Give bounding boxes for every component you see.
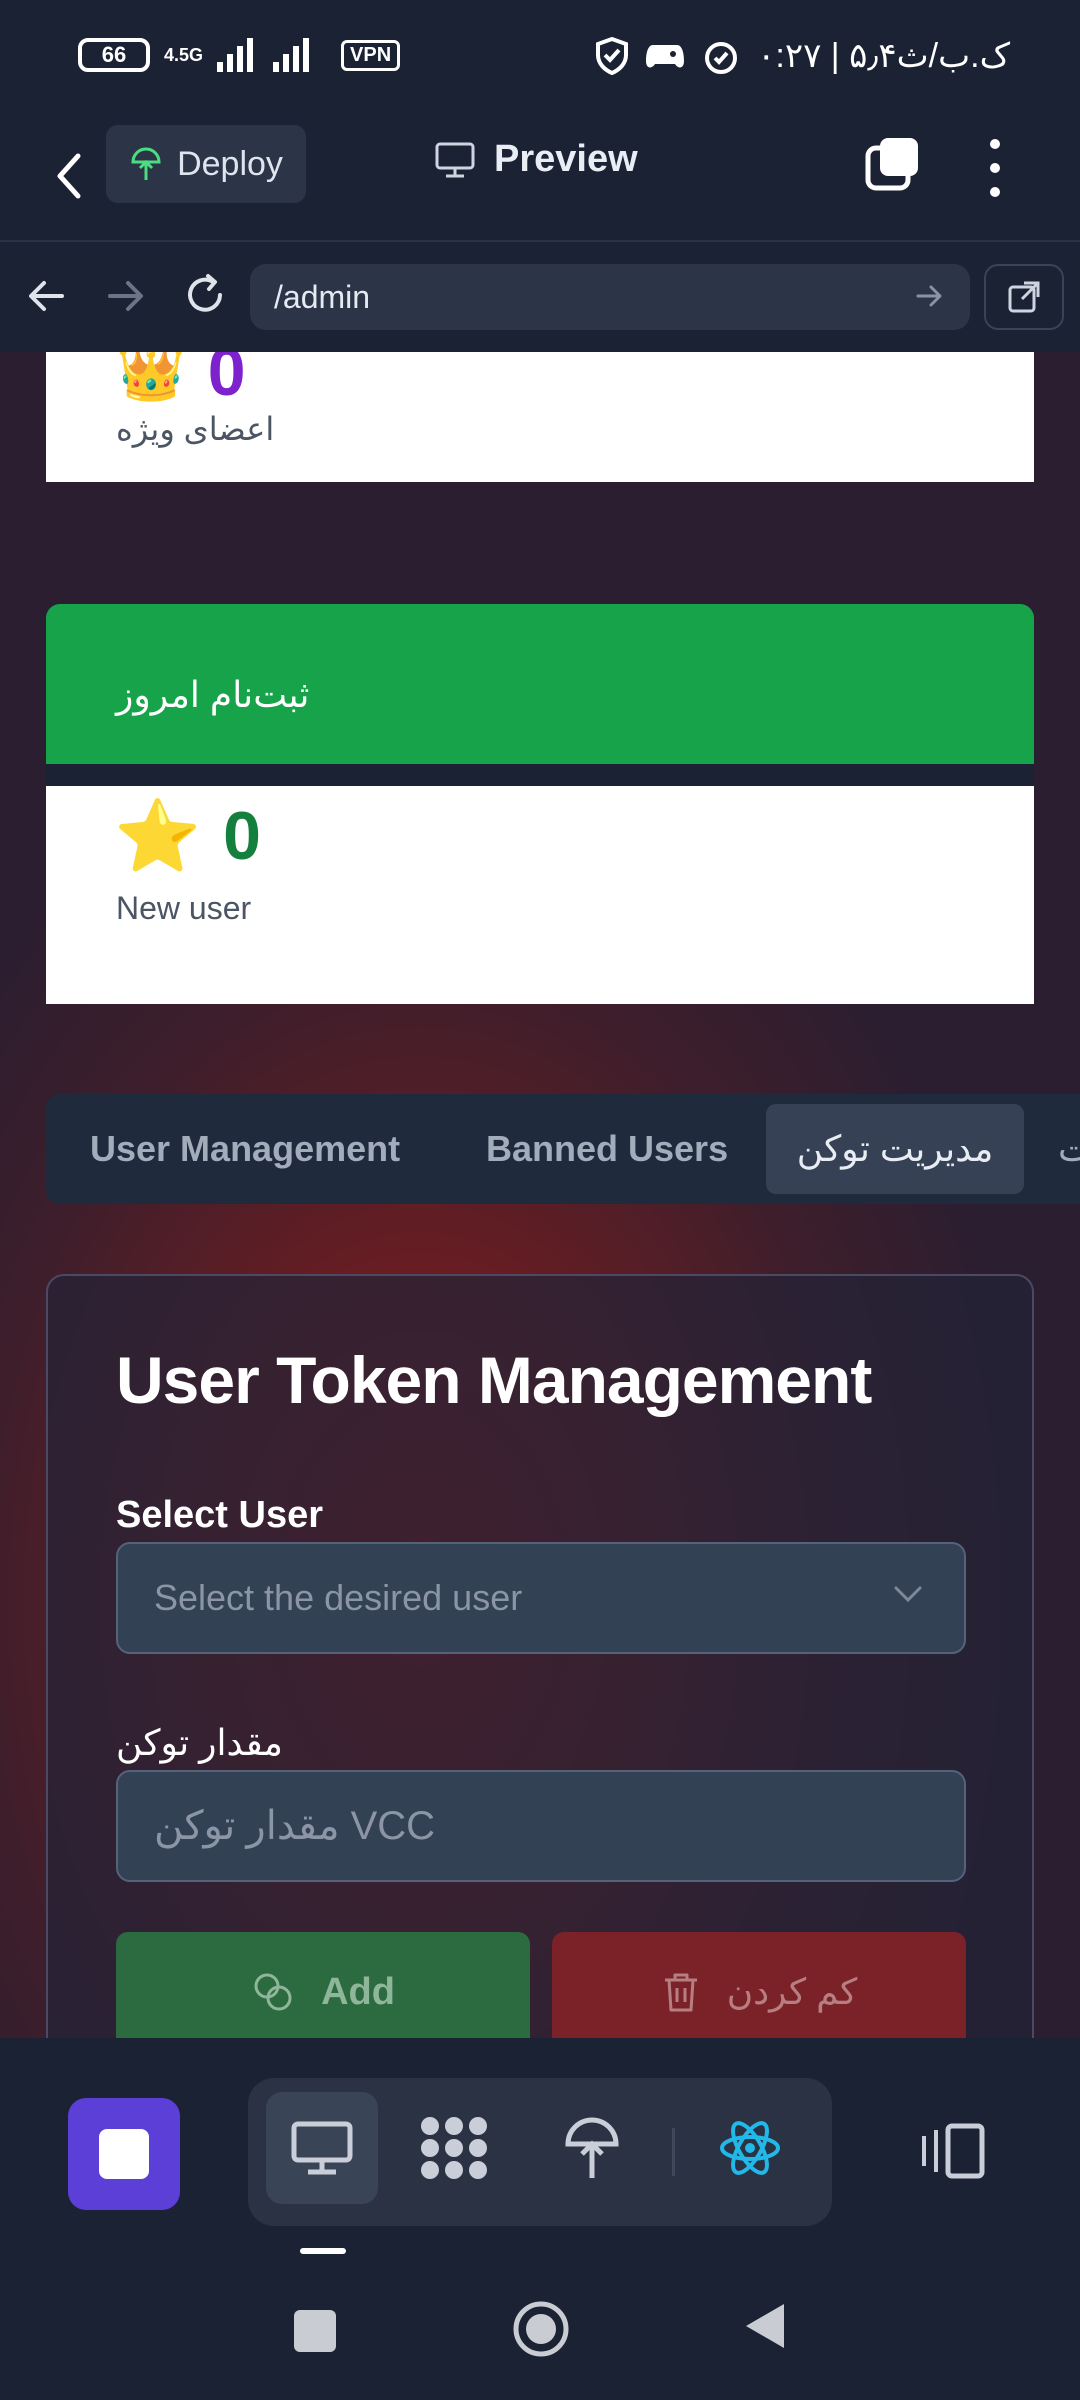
crown-icon: 👑 [116,352,186,403]
monitor-icon [435,142,475,177]
gesture-handle [300,2248,346,2254]
stop-icon [99,2129,149,2179]
web-content: 👑 0 اعضای ویژه ثبت‌نام امروز ⭐ 0 New use… [0,352,1080,2038]
shield-icon [596,37,629,75]
vip-count: 0 [207,352,246,410]
admin-tabs: User Management Banned Users مدیریت توکن… [46,1094,1080,1204]
home-button-icon[interactable] [512,2300,570,2358]
select-user-label: Select User [116,1494,324,1536]
clock-text: ۰:۲۷ | ۵٫۴ک.ب/ث [757,37,1010,75]
system-back-icon[interactable] [742,2300,788,2352]
react-tool-button[interactable] [694,2092,806,2204]
decrease-tokens-button[interactable]: کم کردن [552,1932,966,2038]
today-signups-card: ثبت‌نام امروز ⭐ 0 New user [46,604,1034,1004]
game-controller-icon [646,45,685,68]
open-external-button[interactable] [984,264,1064,330]
deploy-label: Deploy [177,144,283,183]
card-header: ثبت‌نام امروز [46,604,1034,764]
tab-banned-users[interactable]: Banned Users [486,1104,728,1194]
signal-icon [217,38,310,72]
deploy-icon [131,147,161,180]
new-user-label: New user [116,890,252,926]
token-amount-label: مقدار توکن [116,1722,283,1763]
external-link-icon [1008,281,1040,313]
token-amount-placeholder: مقدار توکن VCC [154,1804,436,1848]
ide-bottom-bar [0,2038,1080,2400]
add-label: Add [321,1970,395,2013]
trash-icon [664,1973,697,2012]
token-amount-input[interactable]: مقدار توکن VCC [116,1770,966,1882]
layout-toggle-icon[interactable] [920,2122,988,2180]
alarm-icon [705,42,738,74]
app-toolbar: Deploy Preview [0,118,1080,238]
new-user-count: 0 [223,798,261,874]
deploy-tool-button[interactable] [536,2092,648,2204]
token-management-panel: User Token Management Select User Select… [46,1274,1034,2038]
tab-token-management[interactable]: مدیریت توکن [766,1104,1024,1194]
browser-bar: /admin [0,240,1080,352]
tab-next[interactable]: ت [1058,1104,1080,1194]
url-field[interactable]: /admin [250,264,970,330]
vip-members-card: 👑 0 اعضای ویژه [46,352,1034,482]
decrease-label: کم کردن [726,1971,858,2012]
user-select-placeholder: Select the desired user [154,1577,523,1618]
vpn-badge: VPN [341,39,401,71]
status-bar: 66 4.5G VPN ۰:۲۷ | ۵٫۴ک.ب/ث [0,0,1080,118]
monitor-icon [291,2121,353,2175]
panel-title: User Token Management [116,1343,872,1417]
battery-icon: 66 [78,38,150,72]
add-tokens-button[interactable]: Add [116,1932,530,2038]
star-icon: ⭐ [114,797,202,875]
more-options-icon[interactable] [980,136,1010,200]
card-divider [46,764,1034,786]
coins-icon [254,1973,292,2011]
go-arrow-icon[interactable] [912,278,948,314]
tabs-icon[interactable] [864,134,922,192]
card-header-title: ثبت‌نام امروز [116,674,310,715]
network-type: 4.5G [164,45,204,65]
browser-back-icon[interactable] [24,274,68,318]
preview-label: Preview [494,138,638,180]
recents-button[interactable] [294,2310,336,2352]
chevron-down-icon [894,1586,922,1603]
grid-dots-icon [421,2117,487,2179]
toolbar-divider [672,2128,675,2176]
url-text: /admin [274,278,371,315]
card-body: ⭐ 0 New user [46,786,1034,1004]
deploy-button[interactable]: Deploy [106,125,306,203]
tab-user-management[interactable]: User Management [90,1104,400,1194]
preview-tool-button[interactable] [266,2092,378,2204]
reload-icon[interactable] [180,270,230,320]
react-icon [720,2121,780,2175]
vip-label: اعضای ویژه [116,411,275,447]
stop-button[interactable] [68,2098,180,2210]
deploy-icon [565,2117,619,2178]
workspace-tool-button[interactable] [398,2092,510,2204]
browser-forward-icon[interactable] [104,274,148,318]
preview-title: Preview [434,138,638,181]
tool-switcher [248,2078,832,2226]
user-select[interactable]: Select the desired user [116,1542,966,1654]
back-arrow-icon[interactable] [50,146,90,206]
